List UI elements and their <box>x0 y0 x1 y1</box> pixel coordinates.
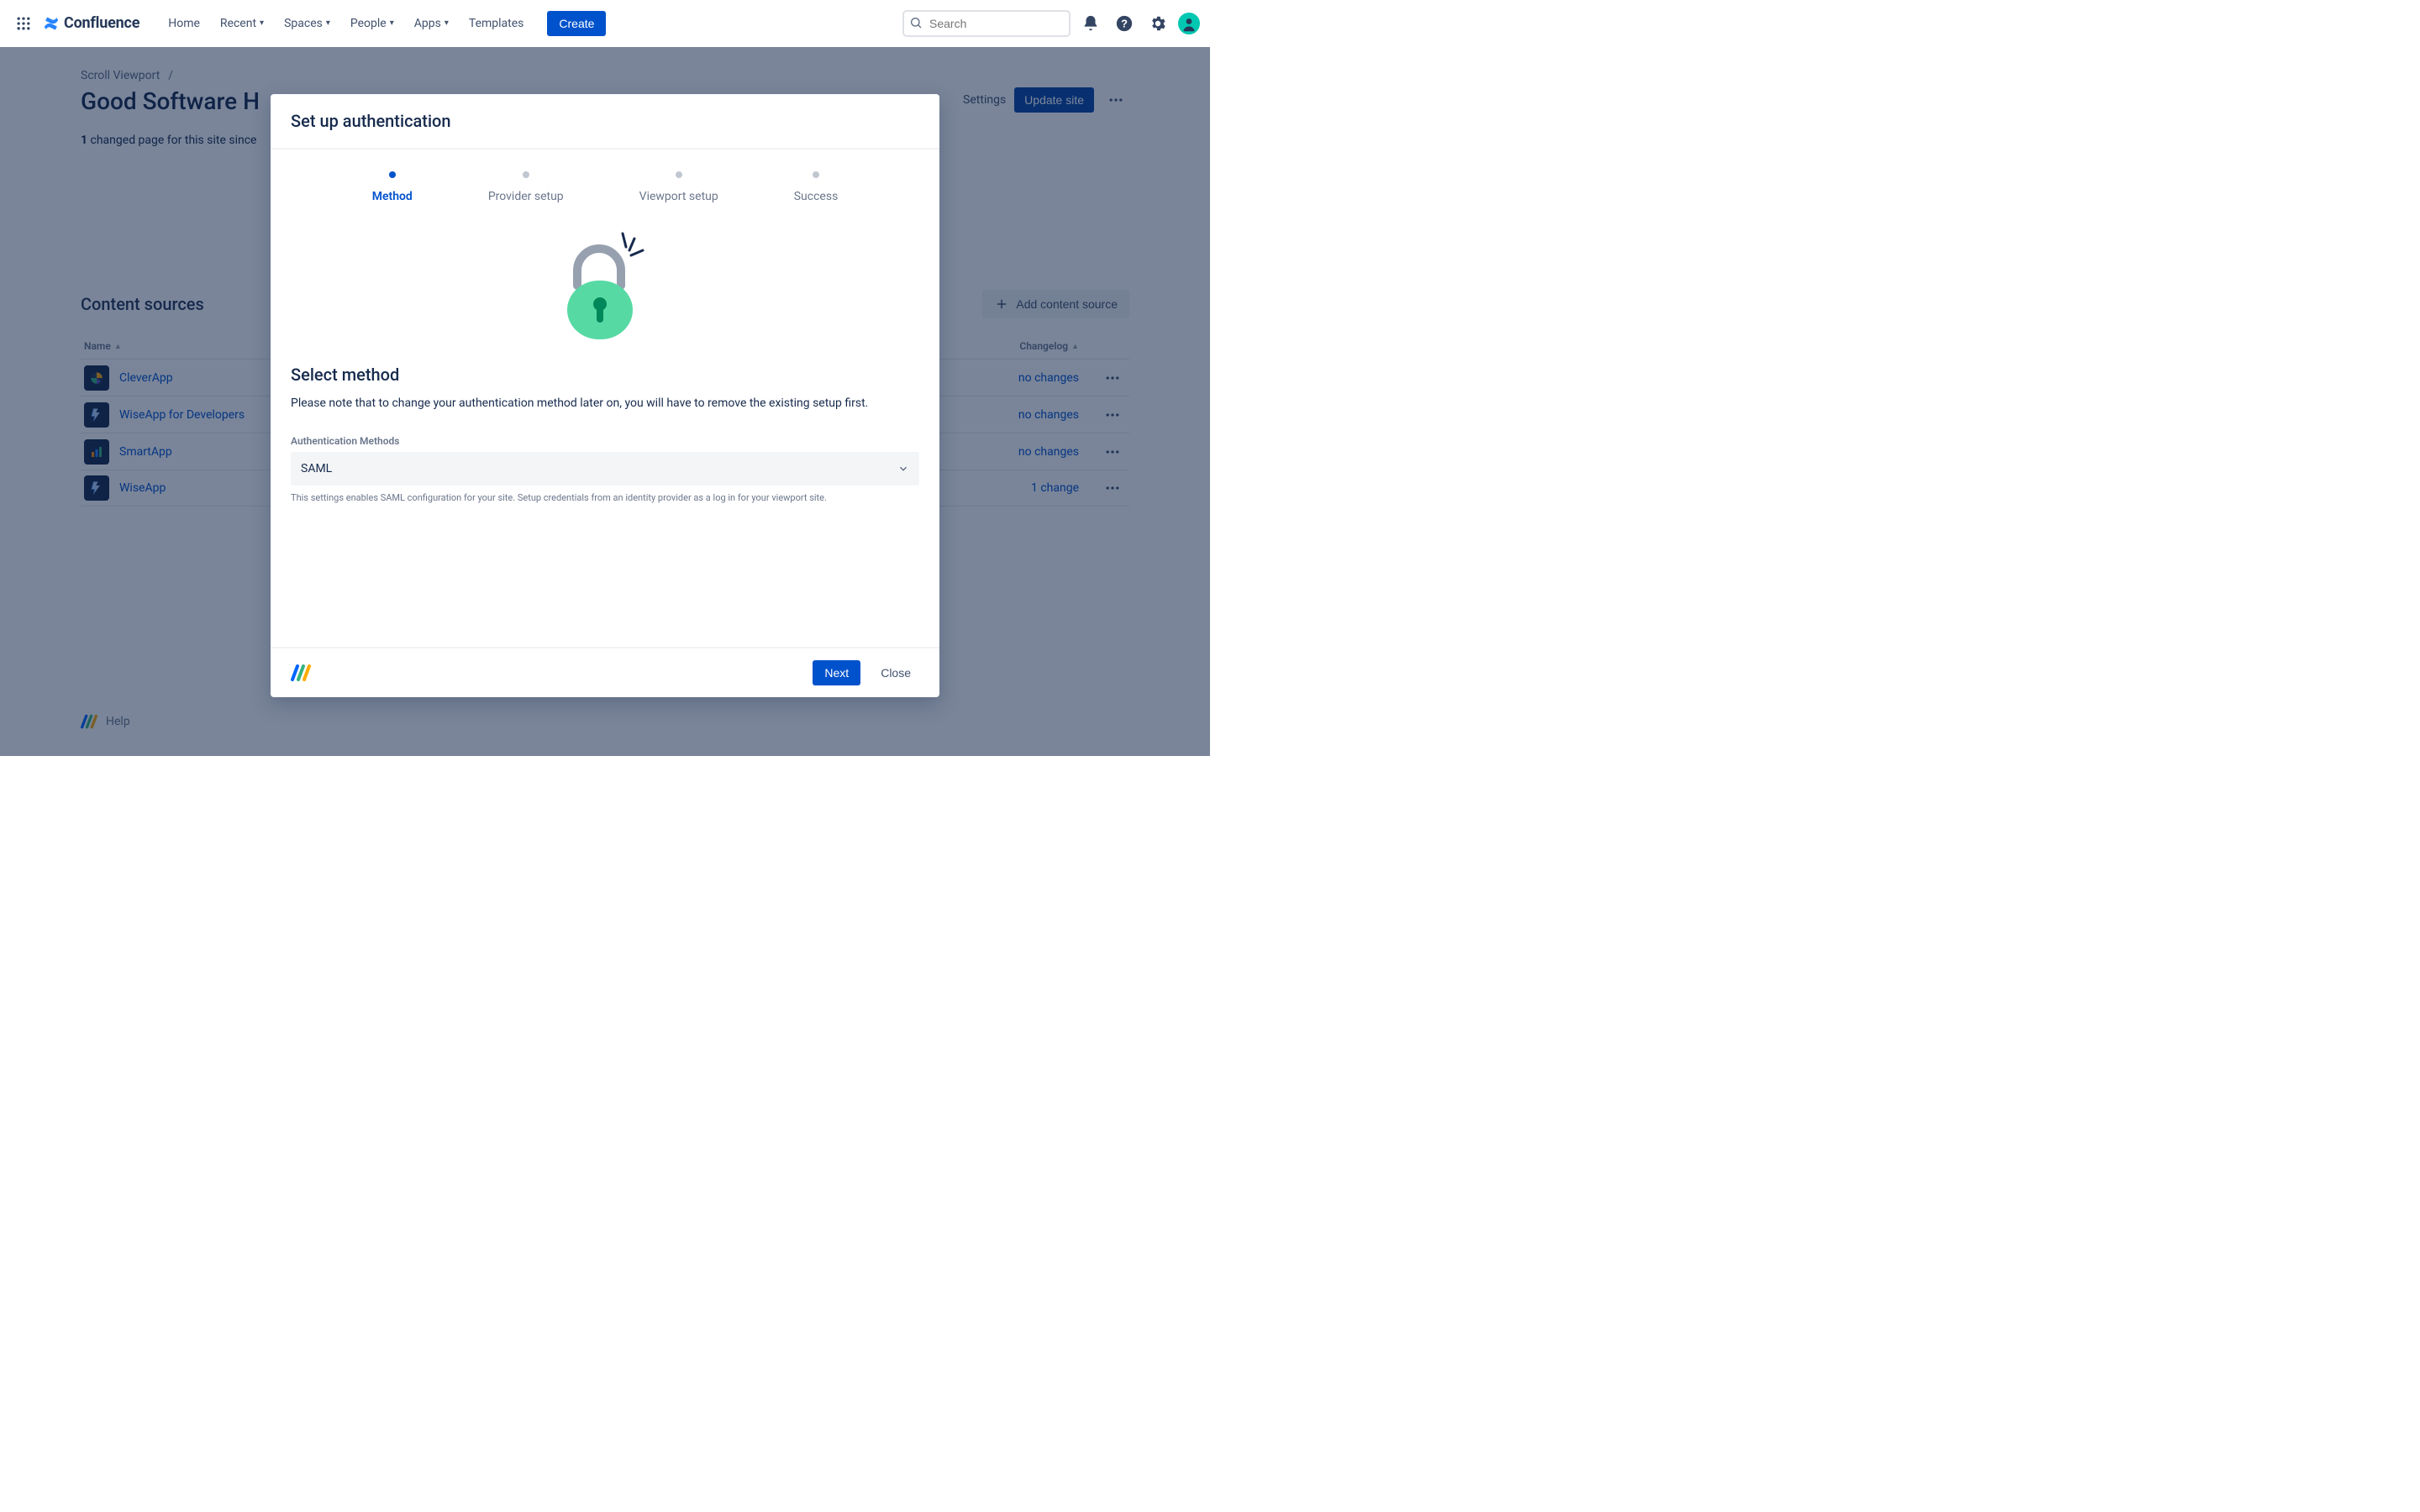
footer-logo <box>291 664 311 681</box>
chevron-down-icon: ▾ <box>390 18 394 28</box>
avatar[interactable] <box>1178 13 1200 34</box>
nav-links: Home Recent▾ Spaces▾ People▾ Apps▾ Templ… <box>160 11 606 36</box>
auth-method-value: SAML <box>301 462 332 475</box>
nav-templates[interactable]: Templates <box>460 12 533 35</box>
top-nav: Confluence Home Recent▾ Spaces▾ People▾ … <box>0 0 1210 47</box>
k15t-logo-icon <box>291 664 311 681</box>
step-viewport-label: Viewport setup <box>639 190 718 203</box>
search-input[interactable] <box>902 10 1071 37</box>
nav-home[interactable]: Home <box>160 12 208 35</box>
nav-templates-label: Templates <box>469 17 524 30</box>
step-dot-icon <box>676 171 682 178</box>
product-name: Confluence <box>64 14 139 32</box>
step-provider[interactable]: Provider setup <box>488 171 564 203</box>
step-dot-icon <box>389 171 396 178</box>
auth-methods-label: Authentication Methods <box>291 435 919 447</box>
help-icon[interactable]: ? <box>1111 10 1138 37</box>
step-method-label: Method <box>372 190 413 203</box>
step-viewport[interactable]: Viewport setup <box>639 171 718 203</box>
search-wrap <box>902 10 1071 37</box>
app-switcher-icon[interactable] <box>10 10 37 37</box>
settings-icon[interactable] <box>1144 10 1171 37</box>
step-dot-icon <box>813 171 819 178</box>
close-button[interactable]: Close <box>872 660 919 685</box>
nav-apps-label: Apps <box>414 17 441 30</box>
modal-title: Set up authentication <box>291 111 919 131</box>
step-provider-label: Provider setup <box>488 190 564 203</box>
nav-recent-label: Recent <box>220 17 256 30</box>
modal-header: Set up authentication <box>271 94 939 150</box>
auth-setup-modal: Set up authentication Method Provider se… <box>271 94 939 697</box>
next-button[interactable]: Next <box>813 660 860 685</box>
chevron-down-icon: ▾ <box>326 18 330 28</box>
stepper: Method Provider setup Viewport setup Suc… <box>271 150 939 212</box>
product-logo[interactable]: Confluence <box>42 14 139 33</box>
step-method[interactable]: Method <box>372 171 413 203</box>
chevron-down-icon <box>897 463 909 475</box>
svg-text:?: ? <box>1121 17 1128 29</box>
lock-illustration <box>271 212 939 351</box>
nav-people[interactable]: People▾ <box>342 12 402 35</box>
nav-apps[interactable]: Apps ▾ <box>406 12 457 35</box>
nav-spaces[interactable]: Spaces▾ <box>276 12 339 35</box>
auth-method-select[interactable]: SAML <box>291 452 919 486</box>
auth-method-help-text: This settings enables SAML configuration… <box>291 492 919 503</box>
chevron-down-icon: ▾ <box>445 18 449 28</box>
step-success[interactable]: Success <box>794 171 839 203</box>
step-success-label: Success <box>794 190 839 203</box>
nav-people-label: People <box>350 17 387 30</box>
modal-footer: Next Close <box>271 647 939 697</box>
confluence-icon <box>42 14 60 33</box>
step-dot-icon <box>523 171 529 178</box>
modal-body: Select method Please note that to change… <box>271 351 939 647</box>
create-button[interactable]: Create <box>547 11 606 36</box>
lock-icon <box>559 227 651 344</box>
nav-recent[interactable]: Recent ▾ <box>212 12 272 35</box>
nav-home-label: Home <box>168 17 200 30</box>
select-method-heading: Select method <box>291 365 919 385</box>
nav-right: ? <box>902 10 1200 37</box>
select-method-description: Please note that to change your authenti… <box>291 395 919 412</box>
search-icon <box>909 16 923 29</box>
chevron-down-icon: ▾ <box>260 18 264 28</box>
nav-spaces-label: Spaces <box>284 17 323 30</box>
notifications-icon[interactable] <box>1077 10 1104 37</box>
